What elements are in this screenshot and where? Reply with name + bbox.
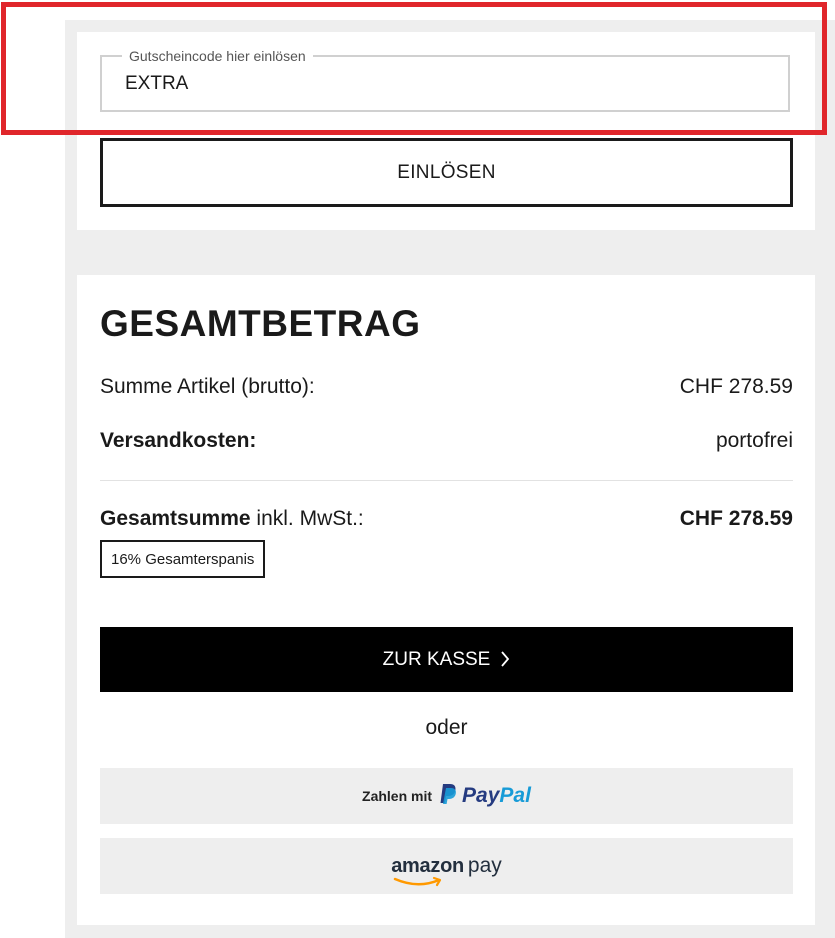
shipping-label: Versandkosten:	[100, 429, 257, 452]
checkout-button[interactable]: ZUR KASSE	[100, 627, 793, 692]
grand-total-row: Gesamtsumme inkl. MwSt.: CHF 278.59	[100, 507, 793, 531]
grand-total-label-bold: Gesamtsumme	[100, 507, 251, 530]
grand-total-label: Gesamtsumme inkl. MwSt.:	[100, 507, 364, 531]
voucher-card: Gutscheincode hier einlösen EINLÖSEN	[77, 32, 815, 230]
or-separator: oder	[425, 716, 468, 739]
chevron-right-icon	[500, 647, 510, 673]
subtotal-value: CHF 278.59	[679, 375, 793, 398]
amazon-smile-icon	[393, 875, 443, 893]
summary-divider	[100, 480, 793, 481]
amazon-pay-wordmark: pay	[467, 854, 502, 877]
voucher-code-input[interactable]	[125, 73, 765, 95]
paypal-button[interactable]: Zahlen mit PayPal	[100, 768, 793, 824]
voucher-code-field[interactable]: Gutscheincode hier einlösen	[100, 48, 790, 112]
order-total-card: GESAMTBETRAG Summe Artikel (brutto): CHF…	[77, 275, 815, 925]
voucher-code-label: Gutscheincode hier einlösen	[122, 48, 313, 64]
savings-badge: 16% Gesamterspanis	[100, 540, 266, 578]
checkout-button-label: ZUR KASSE	[382, 648, 491, 670]
redeem-button[interactable]: EINLÖSEN	[100, 138, 793, 207]
grand-total-value: CHF 278.59	[679, 507, 793, 530]
grand-total-label-suffix: inkl. MwSt.:	[250, 507, 364, 530]
subtotal-row: Summe Artikel (brutto): CHF 278.59	[100, 375, 793, 399]
paypal-wordmark-pay: Pay	[462, 784, 500, 807]
paypal-logo-icon	[438, 782, 458, 811]
paypal-prefix-text: Zahlen mit	[362, 788, 433, 804]
paypal-wordmark-pal: Pal	[499, 784, 531, 807]
subtotal-label: Summe Artikel (brutto):	[100, 375, 315, 398]
paypal-wordmark: PayPal	[462, 784, 531, 808]
amazon-pay-button[interactable]: amazon pay	[100, 838, 793, 894]
shipping-value: portofrei	[715, 429, 793, 452]
amazon-pay-logo: amazon pay	[391, 854, 502, 887]
total-heading: GESAMTBETRAG	[100, 303, 421, 344]
shipping-row: Versandkosten: portofrei	[100, 429, 793, 453]
